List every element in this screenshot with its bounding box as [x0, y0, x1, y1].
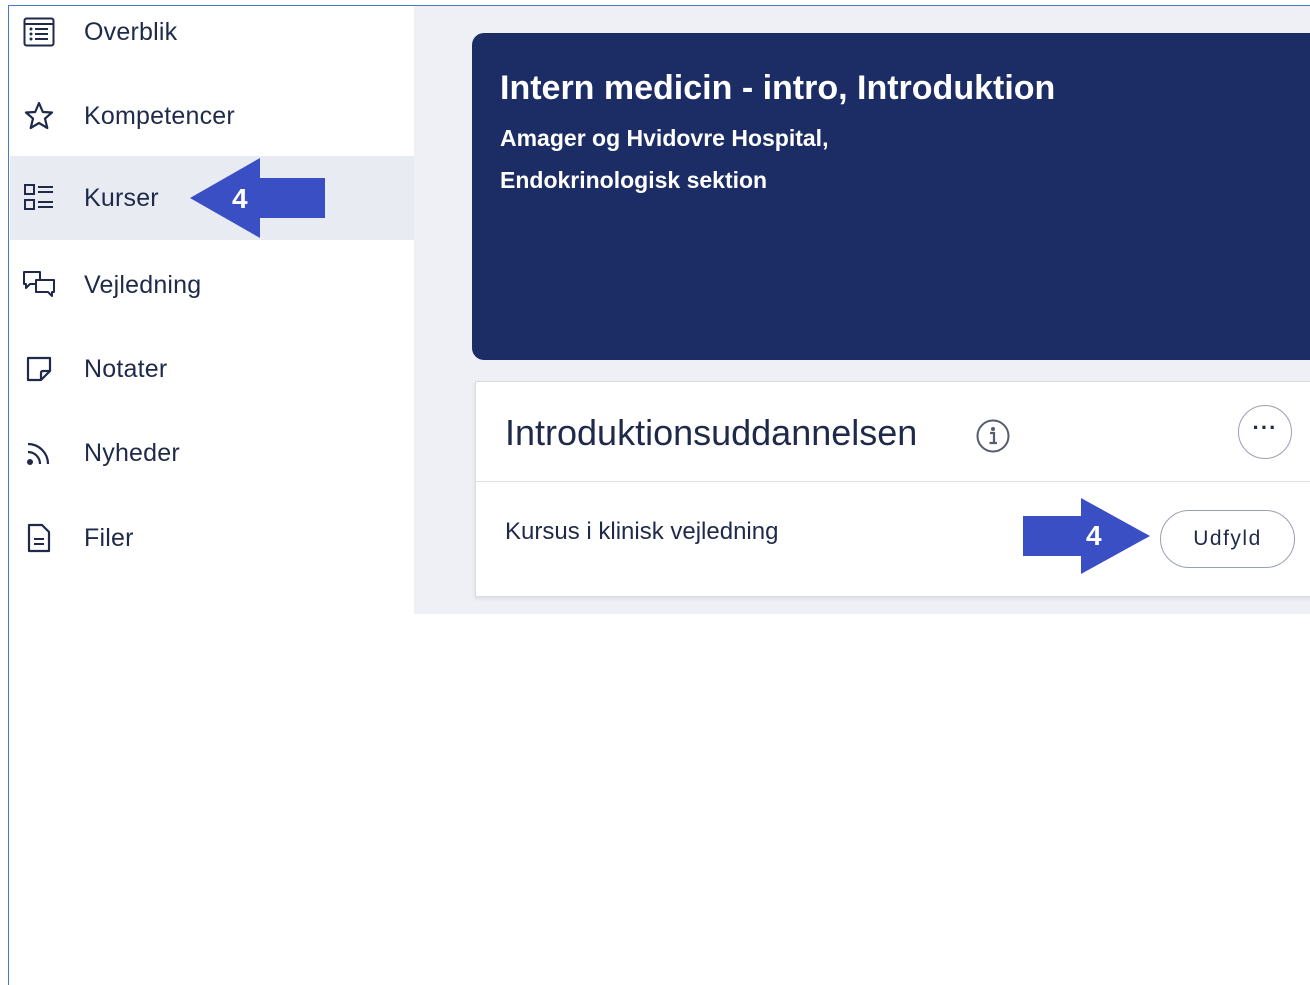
sidebar-item-label: Overblik — [84, 17, 178, 46]
course-hero-banner: Intern medicin - intro, Introduktion Ama… — [472, 33, 1310, 360]
course-card-title: Introduktionsuddannelsen — [505, 412, 918, 453]
sidebar-item-label: Kompetencer — [84, 101, 235, 130]
udfyld-button[interactable]: Udfyld — [1160, 510, 1295, 568]
course-card: Introduktionsuddannelsen ··· Kursus i kl… — [475, 381, 1310, 597]
callout-arrow-left — [190, 158, 325, 238]
file-icon — [22, 521, 56, 555]
callout-number: 4 — [1086, 520, 1102, 551]
course-row-label: Kursus i klinisk vejledning — [505, 518, 779, 545]
ellipsis-icon: ··· — [1252, 415, 1278, 440]
sidebar-item-vejledning[interactable]: Vejledning — [10, 243, 414, 327]
checklist-icon — [22, 181, 56, 215]
sidebar-item-overblik[interactable]: Overblik — [10, 0, 414, 74]
sidebar-item-nyheder[interactable]: Nyheder — [10, 411, 414, 495]
note-icon — [22, 352, 56, 386]
sidebar: Overblik Kompetencer Kurser Vejledning N… — [10, 6, 414, 614]
list-view-icon — [22, 15, 56, 49]
sidebar-item-label: Nyheder — [84, 438, 180, 467]
callout-number: 4 — [232, 183, 248, 214]
sidebar-item-label: Vejledning — [84, 270, 202, 299]
sidebar-item-kompetencer[interactable]: Kompetencer — [10, 74, 414, 158]
hero-title: Intern medicin - intro, Introduktion — [500, 69, 1056, 107]
hero-hospital: Amager og Hvidovre Hospital, — [500, 125, 829, 151]
chat-bubbles-icon — [22, 268, 56, 302]
info-icon[interactable] — [975, 418, 1011, 459]
course-card-header: Introduktionsuddannelsen ··· — [476, 382, 1310, 482]
sidebar-item-label: Filer — [84, 523, 134, 552]
more-options-button[interactable]: ··· — [1238, 405, 1292, 459]
sidebar-item-filer[interactable]: Filer — [10, 496, 414, 580]
sidebar-item-label: Notater — [84, 354, 168, 383]
sidebar-item-label: Kurser — [84, 183, 159, 212]
hero-department: Endokrinologisk sektion — [500, 167, 768, 193]
sidebar-item-notater[interactable]: Notater — [10, 327, 414, 411]
star-icon — [22, 99, 56, 133]
rss-icon — [22, 436, 56, 470]
